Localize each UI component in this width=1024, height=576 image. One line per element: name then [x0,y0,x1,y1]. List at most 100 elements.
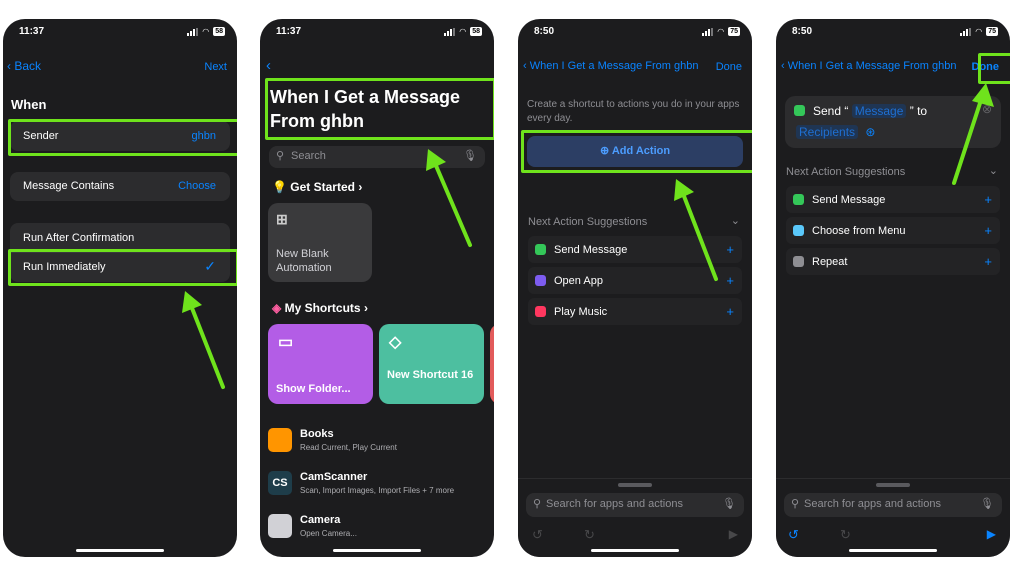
back-chevron-icon[interactable]: ‹ [266,57,271,74]
camscanner-icon: CS [268,471,292,495]
add-icon[interactable]: + [984,223,992,238]
status-icons: ◠ 58 [187,27,225,36]
undo-icon[interactable]: ↺ [788,527,799,543]
redo-icon[interactable]: ↻ [584,527,595,543]
nav-title: When I Get a Message From ghbn [787,60,957,72]
shortcut-card[interactable]: O [490,324,494,404]
choose-button[interactable]: Choose [178,180,216,192]
music-icon [535,306,546,317]
recipients-token[interactable]: Recipients [796,125,859,139]
get-started-header[interactable]: 💡 Get Started › [272,180,362,194]
lightbulb-icon: 💡 [272,180,287,194]
search-placeholder: Search [291,150,326,162]
suggestion-label: Repeat [812,255,848,268]
highlight-box-sender [8,119,237,156]
app-row-camera[interactable]: Camera Open Camera... [268,510,494,550]
phone-screen-add-action: 8:50 ◠ 75 ‹ When I Get a Message From gh… [518,19,752,557]
search-field[interactable]: ⚲ Search for apps and actions 🎙 [784,493,1002,517]
recipients-row: Recipients ⊛ [796,125,875,139]
suggestions-header: Next Action Suggestions [528,216,648,228]
shortcut-card[interactable]: ▭ Show Folder... [268,324,373,404]
play-icon[interactable]: ▶ [729,527,738,541]
status-time: 8:50 [534,26,555,37]
description-text: Create a shortcut to actions you do in y… [527,99,740,124]
phone-screen-new-shortcut: 11:37 ◠ 58 ‹ When I Get a Message From g… [260,19,494,557]
suggestion-label: Choose from Menu [812,224,906,237]
get-started-label: Get Started [290,180,355,194]
battery-icon: 75 [986,27,998,36]
shortcuts-icon: ◈ [272,301,282,315]
shortcut-card[interactable]: ◇ New Shortcut 16 [379,324,484,404]
messages-icon [535,244,546,255]
suggestion-label: Play Music [554,305,608,318]
message-token[interactable]: Message [851,104,907,118]
app-name: CamScanner [300,471,368,483]
menu-icon [793,225,804,236]
status-icons: ◠ 58 [444,27,482,36]
battery-icon: 75 [728,27,740,36]
new-blank-label: New Blank Automation [276,248,332,274]
home-indicator [849,549,937,552]
suggestion-label: Send Message [554,243,628,256]
message-contains-label: Message Contains [23,180,115,192]
suggestion-label: Open App [554,274,603,287]
app-subtitle: Open Camera... [300,529,357,538]
arrow-icon [952,83,994,185]
my-shortcuts-label: My Shortcuts [284,301,361,315]
back-button[interactable]: ‹ When I Get a Message From ghbn [523,60,698,72]
done-button[interactable]: Done [716,61,742,73]
play-icon[interactable]: ▶ [987,527,996,541]
microphone-icon: 🎙 [980,498,994,510]
wifi-icon: ◠ [459,27,467,36]
app-row-books[interactable]: Books Read Current, Play Current [268,424,494,464]
signal-icon [187,27,199,36]
chevron-down-icon[interactable]: ⌄ [731,214,740,227]
redo-icon[interactable]: ↻ [840,527,851,543]
suggestion-label: Send Message [812,193,886,206]
phone-screen-send-message: 8:50 ◠ 75 ‹ When I Get a Message From gh… [776,19,1010,557]
message-contains-row[interactable]: Message Contains Choose [10,172,230,201]
phone-screen-when-settings: 11:37 ◠ 58 ‹ Back Next When Sender ghbn … [3,19,237,557]
back-button[interactable]: ‹ When I Get a Message From ghbn [781,60,956,72]
search-icon: ⚲ [533,498,542,510]
back-button[interactable]: ‹ Back [7,59,41,73]
back-label: Back [14,59,42,73]
messages-icon [794,105,805,116]
section-title: When [11,97,47,112]
expand-arrow-icon[interactable]: ⊛ [865,125,875,139]
search-field[interactable]: ⚲ Search for apps and actions 🎙 [526,493,744,517]
add-icon[interactable]: + [984,254,992,269]
layers-icon: ◇ [389,334,402,351]
my-shortcuts-header[interactable]: ◈ My Shortcuts › [272,301,368,315]
suggestion-repeat[interactable]: Repeat + [786,248,1000,275]
suggestion-send-message[interactable]: Send Message + [786,186,1000,213]
signal-icon [960,27,972,36]
battery-icon: 58 [213,27,225,36]
add-icon[interactable]: + [726,304,734,319]
nav-title: When I Get a Message From ghbn [529,60,699,72]
home-indicator [333,549,421,552]
app-name: Books [300,428,334,440]
to-text: ” to [909,104,928,118]
open-app-icon [535,275,546,286]
highlight-box-done [978,53,1010,84]
sheet-grabber[interactable] [618,483,652,487]
arrow-icon [182,291,225,389]
battery-icon: 58 [470,27,482,36]
sheet-grabber[interactable] [876,483,910,487]
suggestion-play-music[interactable]: Play Music + [528,298,742,325]
chevron-left-icon: ‹ [523,60,527,72]
suggestion-choose-from-menu[interactable]: Choose from Menu + [786,217,1000,244]
home-indicator [76,549,164,552]
folder-icon: ▭ [278,334,294,351]
books-icon [268,428,292,452]
new-blank-automation-card[interactable]: ⊞ New Blank Automation [268,203,372,282]
undo-icon[interactable]: ↺ [532,527,543,543]
status-icons: ◠ 75 [702,27,740,36]
next-button[interactable]: Next [204,61,227,73]
app-row-camscanner[interactable]: CS CamScanner Scan, Import Images, Impor… [268,467,494,507]
add-icon[interactable]: + [984,192,992,207]
highlight-box-title [265,78,494,140]
plus-square-icon: ⊞ [276,211,288,227]
messages-icon [793,194,804,205]
